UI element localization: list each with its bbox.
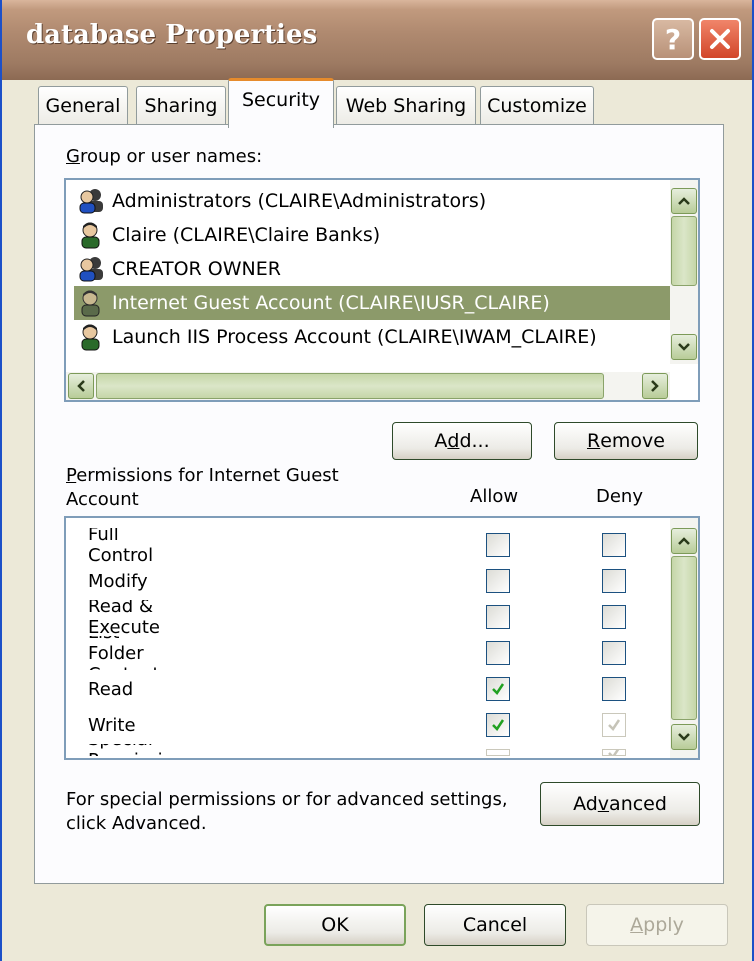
deny-column-header: Deny: [596, 486, 643, 507]
close-button[interactable]: [699, 18, 741, 60]
ok-button[interactable]: OK: [264, 904, 406, 946]
checkmark-icon: [492, 719, 505, 731]
list-item[interactable]: Administrators (CLAIRE\Administrators): [76, 184, 486, 218]
allow-checkbox[interactable]: [486, 605, 510, 629]
user-icon: [76, 323, 106, 351]
tab-label: General: [45, 95, 121, 117]
add-button[interactable]: Ad d...: [392, 422, 532, 460]
user-list[interactable]: Administrators (CLAIRE\Administrators) C…: [64, 178, 700, 402]
scroll-up-button[interactable]: [671, 188, 697, 214]
deny-checkbox[interactable]: [602, 677, 626, 701]
properties-dialog: database Properties ? General Sharing Se…: [0, 0, 754, 961]
scroll-left-button[interactable]: [68, 373, 94, 399]
user-label: Administrators (CLAIRE\Administrators): [112, 190, 487, 212]
tab-label: Customize: [487, 95, 587, 117]
chevron-down-icon: [678, 733, 690, 741]
list-item-selected[interactable]: Internet Guest Account (CLAIRE\IUSR_CLAI…: [74, 286, 692, 320]
permission-label: Full Control: [88, 528, 154, 562]
allow-checkbox[interactable]: [486, 713, 510, 737]
user-label: Internet Guest Account (CLAIRE\IUSR_CLAI…: [112, 292, 550, 314]
chevron-up-icon: [678, 537, 690, 545]
permission-label: List Folder Contents: [88, 636, 169, 670]
permission-label: Read & Execute: [88, 600, 160, 634]
remove-button[interactable]: Remove: [554, 422, 698, 460]
tab-general[interactable]: General: [38, 86, 128, 126]
user-list-horizontal-scrollbar[interactable]: [66, 372, 670, 400]
deny-checkbox[interactable]: [602, 605, 626, 629]
allow-checkbox[interactable]: [486, 677, 510, 701]
group-icon: [76, 187, 106, 215]
chevron-right-icon: [651, 380, 659, 392]
list-item[interactable]: Launch IIS Process Account (CLAIRE\IWAM_…: [76, 320, 597, 354]
title-bar[interactable]: database Properties ?: [2, 0, 752, 80]
checkmark-icon: [492, 683, 505, 695]
tab-label: Web Sharing: [345, 95, 467, 117]
apply-button[interactable]: Apply: [586, 904, 728, 946]
scroll-thumb[interactable]: [671, 556, 697, 720]
deny-checkbox[interactable]: [602, 641, 626, 665]
user-icon: [76, 221, 106, 249]
deny-checkbox: [602, 749, 626, 756]
help-button[interactable]: ?: [652, 18, 694, 60]
scroll-down-button[interactable]: [671, 334, 697, 360]
advanced-hint-text: For special permissions or for advanced …: [66, 789, 508, 834]
list-item[interactable]: CREATOR OWNER: [76, 252, 281, 286]
user-label: Launch IIS Process Account (CLAIRE\IWAM_…: [112, 326, 597, 348]
tab-sharing[interactable]: Sharing: [136, 86, 226, 126]
deny-checkbox[interactable]: [602, 569, 626, 593]
user-label: Claire (CLAIRE\Claire Banks): [112, 224, 381, 246]
deny-checkbox: [602, 713, 626, 737]
advanced-button[interactable]: Ad v anced: [540, 782, 700, 826]
checkmark-icon: [608, 750, 619, 755]
allow-checkbox: [486, 749, 510, 756]
permissions-label: Permissions for Internet Guest Account: [66, 465, 339, 510]
cancel-button[interactable]: Cancel: [424, 904, 566, 946]
user-label: CREATOR OWNER: [112, 258, 281, 280]
chevron-left-icon: [77, 380, 85, 392]
scroll-thumb[interactable]: [96, 373, 604, 399]
scroll-thumb[interactable]: [671, 216, 697, 286]
scroll-right-button[interactable]: [642, 373, 668, 399]
window-title: database Properties: [26, 20, 318, 50]
scroll-down-button[interactable]: [671, 724, 697, 750]
permissions-scrollbar[interactable]: [670, 518, 698, 758]
close-icon: [710, 29, 730, 49]
allow-column-header: Allow: [470, 486, 519, 507]
allow-checkbox[interactable]: [486, 533, 510, 557]
tab-customize[interactable]: Customize: [480, 86, 594, 126]
tab-security[interactable]: Security: [228, 78, 334, 128]
allow-checkbox[interactable]: [486, 569, 510, 593]
chevron-down-icon: [678, 343, 690, 351]
permission-label: Read: [88, 678, 134, 700]
help-icon: ?: [664, 22, 682, 56]
permission-label: Special Permissions: [88, 744, 194, 756]
permission-label: Modify: [88, 570, 148, 592]
permission-label: Write: [88, 714, 136, 736]
checkmark-icon: [608, 719, 621, 731]
group-user-names-label: Group or user names:: [66, 146, 263, 167]
list-item[interactable]: Claire (CLAIRE\Claire Banks): [76, 218, 380, 252]
scroll-up-button[interactable]: [671, 528, 697, 554]
tab-web-sharing[interactable]: Web Sharing: [336, 86, 476, 126]
group-icon: [76, 255, 106, 283]
tab-label: Security: [241, 89, 321, 111]
chevron-up-icon: [678, 197, 690, 205]
user-icon: [76, 289, 106, 317]
deny-checkbox[interactable]: [602, 533, 626, 557]
allow-checkbox[interactable]: [486, 641, 510, 665]
user-list-vertical-scrollbar[interactable]: [670, 180, 698, 364]
tab-label: Sharing: [144, 95, 218, 117]
